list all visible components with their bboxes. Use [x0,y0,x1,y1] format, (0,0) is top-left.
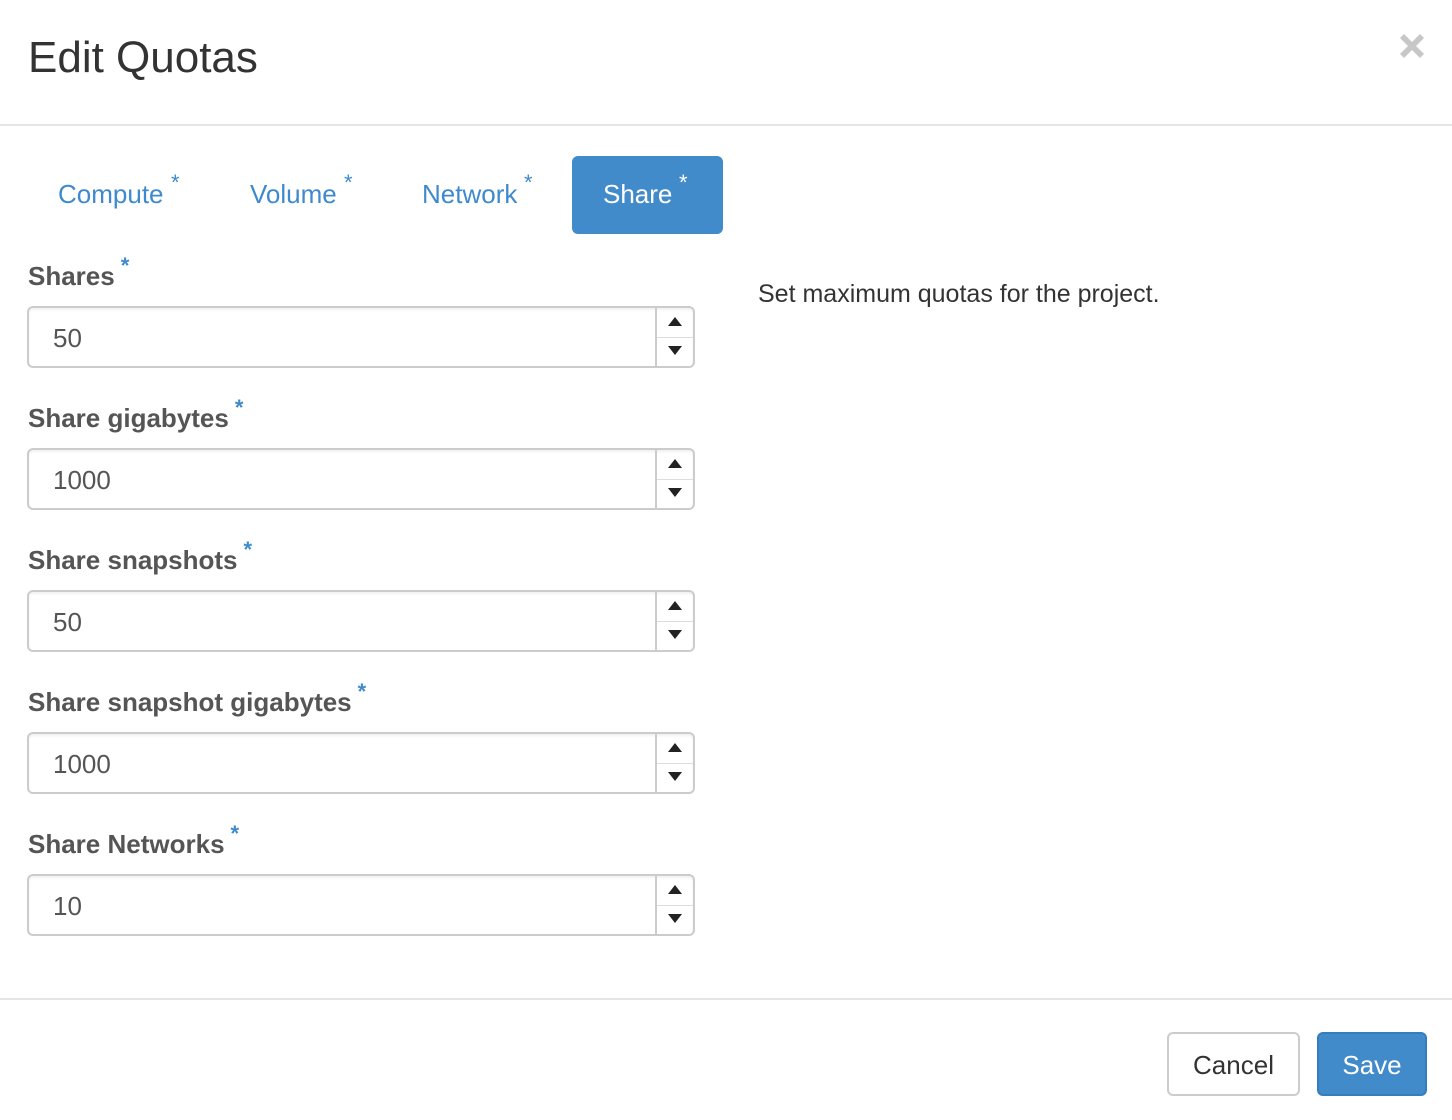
spinner-arrows [655,734,693,792]
required-marker: * [243,537,253,562]
spinner-arrows [655,450,693,508]
dialog-footer: Cancel Save [0,998,1452,1120]
dialog-header: Edit Quotas [0,0,1452,126]
tab-label: Volume [250,179,337,209]
spinner-arrows [655,592,693,650]
tab-label: Share [603,179,673,209]
caret-up-icon [668,885,682,894]
caret-down-icon [668,488,682,497]
required-marker: * [344,170,353,195]
edit-quotas-dialog: Edit Quotas Compute * Volume * Network *… [0,0,1452,1118]
input-value: 50 [53,607,82,637]
increment-button[interactable] [657,450,693,480]
caret-up-icon [668,601,682,610]
help-text: Set maximum quotas for the project. [758,280,1160,308]
tab-share[interactable]: Share * [572,156,723,234]
decrement-button[interactable] [657,763,693,792]
shares-label: Shares * [28,253,129,294]
share-gigabytes-label: Share gigabytes * [28,395,243,436]
tab-label: Network [422,179,518,209]
required-marker: * [524,170,533,195]
share-networks-input[interactable]: 10 [27,874,695,936]
caret-down-icon [668,346,682,355]
caret-down-icon [668,630,682,639]
caret-down-icon [668,914,682,923]
input-value: 50 [53,323,82,353]
spinner-arrows [655,308,693,366]
input-value: 1000 [53,749,111,779]
share-snapshot-gigabytes-label: Share snapshot gigabytes * [28,679,366,720]
share-snapshot-gigabytes-input[interactable]: 1000 [27,732,695,794]
increment-button[interactable] [657,876,693,906]
decrement-button[interactable] [657,621,693,650]
tab-compute[interactable]: Compute * [28,156,180,234]
cancel-button[interactable]: Cancel [1167,1032,1300,1096]
shares-input[interactable]: 50 [27,306,695,368]
input-value: 10 [53,891,82,921]
field-label-text: Shares [28,261,115,291]
caret-down-icon [668,772,682,781]
caret-up-icon [668,317,682,326]
increment-button[interactable] [657,592,693,622]
decrement-button[interactable] [657,479,693,508]
share-snapshots-input[interactable]: 50 [27,590,695,652]
tab-network[interactable]: Network * [392,156,562,234]
spinner-arrows [655,876,693,934]
input-value: 1000 [53,465,111,495]
field-label-text: Share Networks [28,829,225,859]
close-button[interactable] [1394,28,1430,64]
caret-up-icon [668,459,682,468]
required-marker: * [120,253,130,278]
required-marker: * [171,170,180,195]
increment-button[interactable] [657,308,693,338]
save-button[interactable]: Save [1317,1032,1427,1096]
field-label-text: Share snapshot gigabytes [28,687,352,717]
decrement-button[interactable] [657,905,693,934]
tab-label: Compute [58,179,164,209]
field-label-text: Share gigabytes [28,403,229,433]
field-label-text: Share snapshots [28,545,238,575]
share-snapshots-label: Share snapshots * [28,537,252,578]
required-marker: * [679,170,688,195]
required-marker: * [357,679,367,704]
increment-button[interactable] [657,734,693,764]
decrement-button[interactable] [657,337,693,366]
caret-up-icon [668,743,682,752]
tab-volume[interactable]: Volume * [220,156,370,234]
share-networks-label: Share Networks * [28,821,239,862]
dialog-title: Edit Quotas [28,33,258,82]
share-gigabytes-input[interactable]: 1000 [27,448,695,510]
required-marker: * [234,395,244,420]
required-marker: * [230,821,240,846]
close-icon [1400,34,1424,58]
